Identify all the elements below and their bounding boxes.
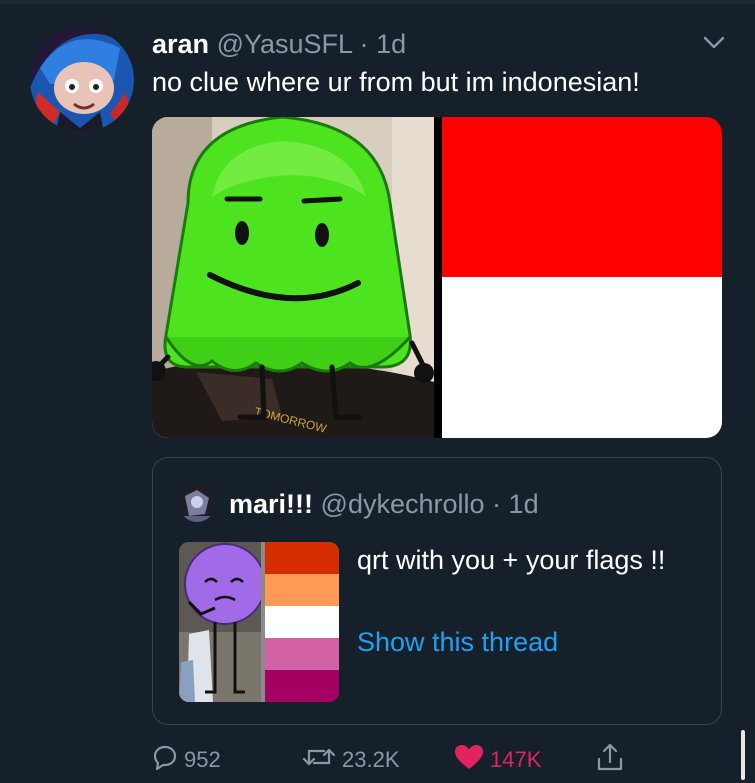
tweet-media[interactable]: TOMORROW [152,117,722,438]
share-button[interactable] [596,740,630,780]
tweet-actions: 952 23.2K 147K [152,740,752,780]
quoted-header: mari!!! @dykechrollo · 1d [229,488,539,520]
photo-gelatin[interactable]: TOMORROW [152,117,434,438]
retweet-button[interactable]: 23.2K [302,740,400,780]
separator: · [359,29,369,59]
flag-stripe-1 [265,542,339,574]
show-thread-link[interactable]: Show this thread [357,626,558,658]
flag-stripe-3 [265,606,339,638]
quoted-separator: · [492,489,502,519]
handle[interactable]: @YasuSFL [217,29,352,59]
quoted-photo-flag [265,542,339,702]
reply-icon [152,744,184,776]
quoted-timestamp[interactable]: 1d [509,489,539,519]
tweet-header: aran @YasuSFL · 1d [152,28,406,60]
scrollbar-thumb[interactable] [741,730,745,780]
heart-icon [454,744,490,776]
divider [0,0,755,4]
gelatin-photo-art: TOMORROW [152,117,434,438]
quoted-handle[interactable]: @dykechrollo [321,489,485,519]
tweet-text: no clue where ur from but im indonesian! [152,67,640,97]
avatar[interactable] [30,28,134,132]
reply-button[interactable]: 952 [152,740,221,780]
avatar-art [30,28,134,132]
quoted-tweet[interactable]: mari!!! @dykechrollo · 1d qrt with you +… [152,457,722,725]
retweet-icon [302,744,342,776]
flag-stripe-4 [265,638,339,670]
quoted-avatar[interactable] [179,486,215,522]
quoted-display-name[interactable]: mari!!! [229,489,313,519]
display-name[interactable]: aran [152,29,209,59]
retweet-count: 23.2K [342,747,400,772]
flag-white-stripe [442,277,722,438]
flag-red-stripe [442,117,722,277]
like-count: 147K [490,747,542,772]
share-icon [596,742,630,778]
like-button[interactable]: 147K [454,740,541,780]
photo-indonesia-flag[interactable] [442,117,722,438]
quoted-text: qrt with you + your flags !! [357,545,666,575]
tweet[interactable]: aran @YasuSFL · 1d no clue where ur from… [0,0,755,783]
flag-stripe-2 [265,574,339,606]
reply-count: 952 [184,747,221,772]
quoted-media[interactable] [179,542,339,702]
flag-stripe-5 [265,670,339,702]
timestamp[interactable]: 1d [376,29,406,59]
quoted-photo-grape [179,542,261,702]
chevron-down-icon[interactable] [700,30,728,54]
